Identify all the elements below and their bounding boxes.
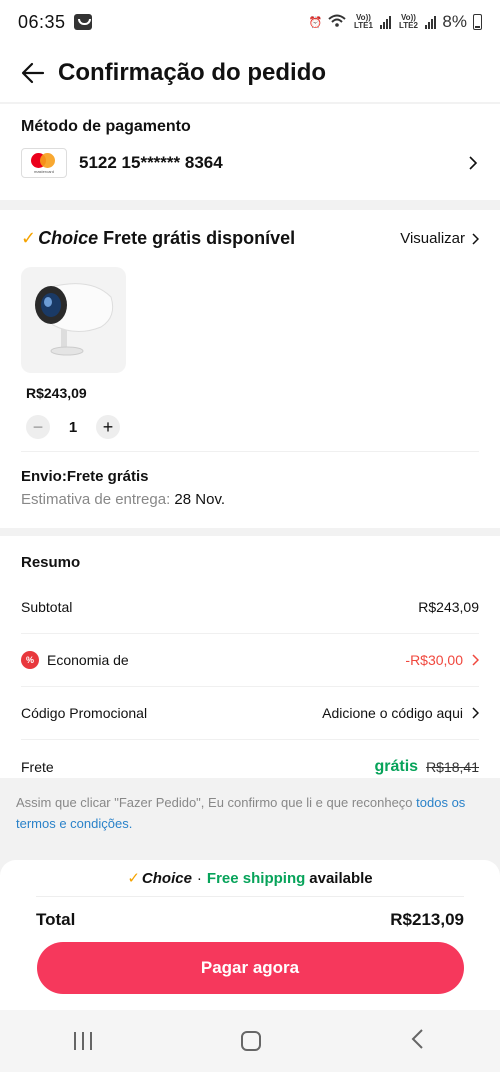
quantity-value: 1	[68, 418, 78, 436]
chevron-right-icon	[472, 707, 479, 719]
recent-apps-icon[interactable]	[74, 1032, 93, 1050]
summary-title: Resumo	[21, 554, 81, 571]
free-shipping-banner: ✓ Choice · Free shipping available	[36, 860, 464, 897]
lte2-label: Vo)) LTE2	[398, 13, 418, 30]
banner-brand: Choice	[141, 869, 192, 887]
choice-free-shipping-text: Frete grátis disponível	[103, 228, 296, 248]
system-nav-bar	[0, 1010, 500, 1072]
summary-section: Resumo Subtotal R$243,09 % Economia de -…	[0, 536, 500, 778]
shipping-info: Envio:Frete grátis Estimativa de entrega…	[21, 451, 479, 508]
add-promo-code-link[interactable]: Adicione o código aqui	[322, 705, 479, 721]
battery-percent: 8%	[442, 12, 467, 31]
payment-card-row[interactable]: mastercard 5122 15****** 8364	[21, 148, 479, 178]
wifi-icon	[328, 14, 347, 31]
choice-header: ✓ Choice Frete grátis disponível Visuali…	[21, 228, 479, 249]
pay-now-button[interactable]: Pagar agora	[36, 942, 464, 994]
page-header: Confirmação do pedido	[0, 44, 500, 102]
chevron-right-icon	[469, 156, 478, 170]
savings-label: Economia de	[47, 652, 129, 668]
product-price: R$243,09	[26, 385, 87, 401]
notification-icon	[73, 14, 92, 30]
lte1-label: Vo)) LTE1	[353, 13, 373, 30]
choice-check-icon: ✓	[127, 870, 140, 887]
freight-value: grátis R$18,41	[374, 758, 479, 776]
banner-available: available	[309, 869, 373, 887]
shipping-title: Envio:Frete grátis	[21, 468, 149, 485]
system-back-icon[interactable]	[410, 1028, 426, 1055]
status-time: 06:35	[18, 11, 66, 32]
choice-section: ✓ Choice Frete grátis disponível Visuali…	[0, 210, 500, 528]
total-value: R$213,09	[390, 909, 464, 929]
decrease-quantity-button[interactable]: −	[26, 415, 50, 439]
back-arrow-icon[interactable]	[20, 60, 46, 86]
view-button[interactable]: Visualizar	[400, 230, 479, 247]
total-row: Total R$213,09	[36, 897, 464, 942]
subtotal-value: R$243,09	[418, 599, 479, 615]
subtotal-label: Subtotal	[21, 599, 73, 615]
status-indicators: ⏰ Vo)) LTE1 Vo)) LTE2 8%	[309, 12, 482, 32]
home-icon[interactable]	[240, 1031, 261, 1051]
mastercard-icon: mastercard	[21, 148, 67, 178]
discount-icon: %	[21, 651, 39, 669]
battery-icon	[473, 14, 482, 30]
card-number: 5122 15****** 8364	[79, 153, 223, 172]
payment-method-label: Método de pagamento	[21, 118, 191, 135]
freight-free: grátis	[374, 757, 419, 775]
page-title: Confirmação do pedido	[58, 59, 327, 86]
terms-notice: Assim que clicar "Fazer Pedido", Eu conf…	[16, 795, 466, 831]
quantity-stepper: − 1 +	[26, 415, 479, 439]
delivery-estimate: Estimativa de entrega: 28 Nov.	[21, 491, 226, 508]
total-label: Total	[36, 909, 76, 929]
product-image[interactable]	[21, 267, 126, 373]
chevron-right-icon	[472, 232, 479, 245]
freight-old-price: R$18,41	[426, 758, 479, 775]
payment-method-section: Método de pagamento mastercard 5122 15**…	[0, 104, 500, 200]
signal1-icon	[380, 15, 392, 29]
increase-quantity-button[interactable]: +	[96, 415, 120, 439]
subtotal-row: Subtotal R$243,09	[21, 581, 479, 634]
alarm-icon: ⏰	[308, 16, 323, 29]
banner-free-shipping: Free shipping	[206, 869, 306, 887]
status-bar: 06:35 ⏰ Vo)) LTE1 Vo)) LTE2 8%	[0, 0, 500, 44]
choice-check-icon: ✓	[21, 228, 37, 248]
freight-label: Frete	[21, 758, 54, 775]
delivery-date: 28 Nov.	[174, 491, 226, 508]
choice-logo: ✓ Choice	[21, 228, 99, 248]
savings-row[interactable]: % Economia de -R$30,00	[21, 634, 479, 687]
promo-code-label: Código Promocional	[21, 705, 148, 721]
savings-value: -R$30,00	[405, 652, 479, 668]
signal2-icon	[425, 15, 437, 29]
checkout-panel: ✓ Choice · Free shipping available Total…	[0, 860, 500, 1010]
chevron-right-icon	[472, 654, 479, 666]
promo-code-row[interactable]: Código Promocional Adicione o código aqu…	[21, 687, 479, 740]
